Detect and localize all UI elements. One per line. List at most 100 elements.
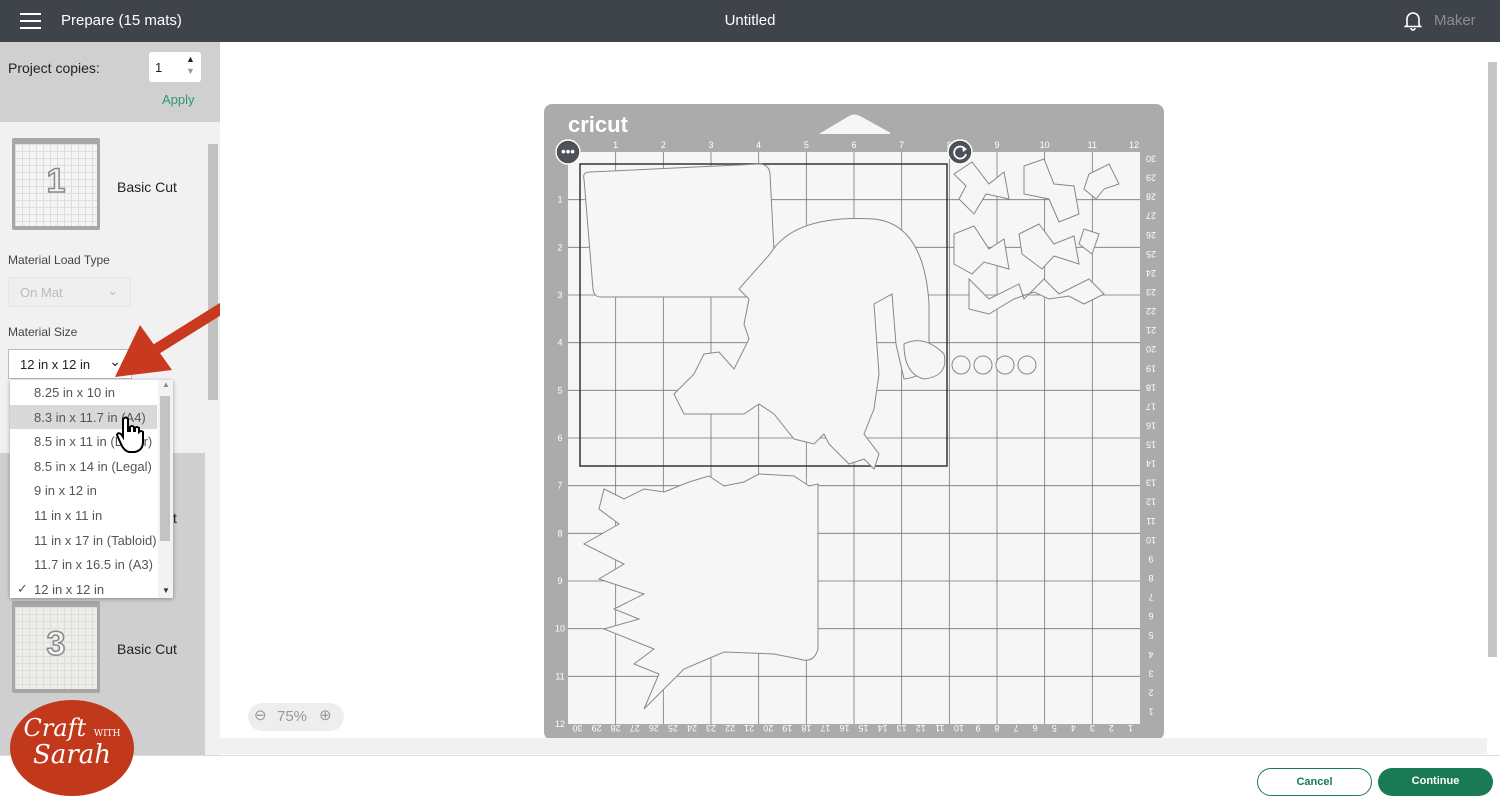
ruler-label: 22 bbox=[1146, 306, 1156, 316]
ruler-label: 24 bbox=[687, 723, 697, 733]
continue-button[interactable]: Continue bbox=[1378, 768, 1493, 796]
ruler-label: 29 bbox=[1146, 173, 1156, 183]
increment-icon[interactable]: ▲ bbox=[186, 54, 195, 64]
zoom-in-button[interactable]: ⊕ bbox=[319, 706, 332, 724]
ruler-label: 30 bbox=[1146, 154, 1156, 164]
ruler-label: 8 bbox=[994, 723, 999, 733]
canvas-vertical-scroll-thumb[interactable] bbox=[1488, 62, 1497, 657]
ruler-label: 11 bbox=[555, 671, 564, 681]
ruler-label: 18 bbox=[801, 723, 811, 733]
ruler-label: 3 bbox=[557, 290, 562, 300]
size-option[interactable]: 11 in x 11 in bbox=[10, 503, 173, 528]
size-option[interactable]: 8.5 in x 11 in (Letter) bbox=[10, 429, 173, 454]
cricut-logo: cricut bbox=[568, 112, 629, 137]
ruler-label: 15 bbox=[1146, 440, 1156, 450]
ruler-label: 14 bbox=[878, 723, 888, 733]
ruler-label: 6 bbox=[1148, 611, 1153, 621]
ruler-label: 11 bbox=[935, 723, 944, 733]
check-icon: ✓ bbox=[17, 580, 28, 596]
zoom-out-button[interactable]: ⊖ bbox=[254, 706, 267, 724]
ruler-label: 8 bbox=[557, 528, 562, 538]
hand-cursor-icon bbox=[116, 416, 144, 453]
size-option-label: 12 in x 12 in bbox=[34, 581, 105, 597]
size-option[interactable]: 8.5 in x 14 in (Legal) bbox=[10, 454, 173, 479]
ruler-label: 23 bbox=[1146, 287, 1156, 297]
ruler-label: 3 bbox=[708, 140, 713, 150]
size-option[interactable]: 11.7 in x 16.5 in (A3) bbox=[10, 552, 173, 577]
zoom-level: 75% bbox=[277, 708, 308, 725]
ruler-label: 4 bbox=[756, 140, 761, 150]
ruler-label: 9 bbox=[975, 723, 980, 733]
cutting-mat: cricut 1 2 3 4 5 6 7 8 9 10 11 12123456789101112302… bbox=[544, 104, 1164, 740]
ruler-label: 17 bbox=[820, 723, 830, 733]
mat-number: 1 bbox=[46, 161, 66, 201]
ruler-label: 10 bbox=[1040, 140, 1050, 150]
dropdown-scroll-thumb[interactable] bbox=[160, 396, 170, 541]
cancel-button[interactable]: Cancel bbox=[1257, 768, 1372, 796]
ruler-label: 1 bbox=[557, 195, 562, 205]
ruler-label: 1 bbox=[1148, 706, 1153, 716]
mat-thumbnail-1[interactable]: 1 bbox=[12, 138, 100, 230]
ruler-label: 21 bbox=[1146, 325, 1156, 335]
material-size-label: Material Size bbox=[8, 325, 78, 339]
ruler-label: 12 bbox=[1146, 497, 1156, 507]
apply-button[interactable]: Apply bbox=[162, 92, 195, 107]
ruler-label: 19 bbox=[782, 723, 792, 733]
scroll-up-icon[interactable]: ▲ bbox=[162, 380, 170, 389]
ruler-label: 25 bbox=[668, 723, 678, 733]
ruler-label: 7 bbox=[1148, 592, 1153, 602]
ruler-label: 3 bbox=[1148, 668, 1153, 678]
footer-bar: Cancel Continue bbox=[0, 755, 1500, 808]
more-icon: ••• bbox=[561, 144, 575, 159]
size-option[interactable]: 11 in x 17 in (Tabloid) bbox=[10, 528, 173, 553]
top-bar: Prepare (15 mats) Untitled Maker bbox=[0, 0, 1500, 42]
ruler-label: 16 bbox=[839, 723, 849, 733]
decrement-icon[interactable]: ▼ bbox=[186, 66, 195, 76]
ruler-label: 14 bbox=[1146, 459, 1156, 469]
ruler-label: 4 bbox=[1148, 649, 1153, 659]
mat-type-label: Basic Cut bbox=[117, 641, 177, 657]
ruler-label: 11 bbox=[1088, 140, 1097, 150]
ruler-label: 6 bbox=[851, 140, 856, 150]
ruler-label: 5 bbox=[804, 140, 809, 150]
scroll-down-icon[interactable]: ▼ bbox=[162, 586, 170, 595]
mat-type-label: Basic Cut bbox=[117, 179, 177, 195]
ruler-label: 7 bbox=[557, 481, 562, 491]
ruler-label: 5 bbox=[557, 385, 562, 395]
craft-with-sarah-watermark: Craft WITH Sarah bbox=[10, 700, 134, 796]
machine-name[interactable]: Maker bbox=[1434, 12, 1476, 29]
ruler-label: 28 bbox=[611, 723, 621, 733]
ruler-label: 2 bbox=[557, 242, 562, 252]
ruler-label: 20 bbox=[1146, 344, 1156, 354]
ruler-label: 26 bbox=[1146, 230, 1156, 240]
ruler-label: 12 bbox=[1129, 140, 1139, 150]
ruler-label: 26 bbox=[649, 723, 659, 733]
project-copies-section: Project copies: 1 ▲ ▼ Apply bbox=[0, 42, 220, 122]
zoom-control: ⊖ 75% ⊕ bbox=[248, 703, 344, 731]
rotate-button bbox=[947, 139, 973, 165]
canvas-horizontal-scrollbar[interactable] bbox=[220, 738, 1487, 754]
size-option[interactable]: ✓ 12 in x 12 in bbox=[10, 577, 173, 598]
ruler-label: 4 bbox=[1071, 723, 1076, 733]
canvas-area: cricut 1 2 3 4 5 6 7 8 9 10 11 12 1 2 3 4 5 6 7 8 9 10 11 12 30 2… bbox=[220, 42, 1500, 755]
load-type-value: On Mat bbox=[20, 285, 63, 300]
ruler-label: 16 bbox=[1146, 420, 1156, 430]
ruler-label: 29 bbox=[592, 723, 602, 733]
ruler-label: 20 bbox=[763, 723, 773, 733]
ruler-label: 9 bbox=[994, 140, 999, 150]
material-size-dropdown: 8.25 in x 10 in 8.3 in x 11.7 in (A4) 8.5 … bbox=[10, 380, 173, 598]
ruler-label: 5 bbox=[1052, 723, 1057, 733]
ruler-label: 13 bbox=[897, 723, 907, 733]
mat-options-button: ••• bbox=[555, 139, 581, 165]
size-option[interactable]: 9 in x 12 in bbox=[10, 478, 173, 503]
ruler-label: 21 bbox=[744, 723, 754, 733]
ruler-label: 13 bbox=[1146, 478, 1156, 488]
bell-icon[interactable] bbox=[1404, 11, 1422, 31]
ruler-label: 30 bbox=[573, 723, 583, 733]
ruler-label: 18 bbox=[1146, 382, 1156, 392]
ruler-label: 27 bbox=[1146, 211, 1156, 221]
ruler-label: 12 bbox=[916, 723, 926, 733]
ruler-label: 1 bbox=[613, 140, 618, 150]
ruler-label: 24 bbox=[1146, 268, 1156, 278]
mat-thumbnail-3[interactable]: 3 bbox=[12, 601, 100, 693]
